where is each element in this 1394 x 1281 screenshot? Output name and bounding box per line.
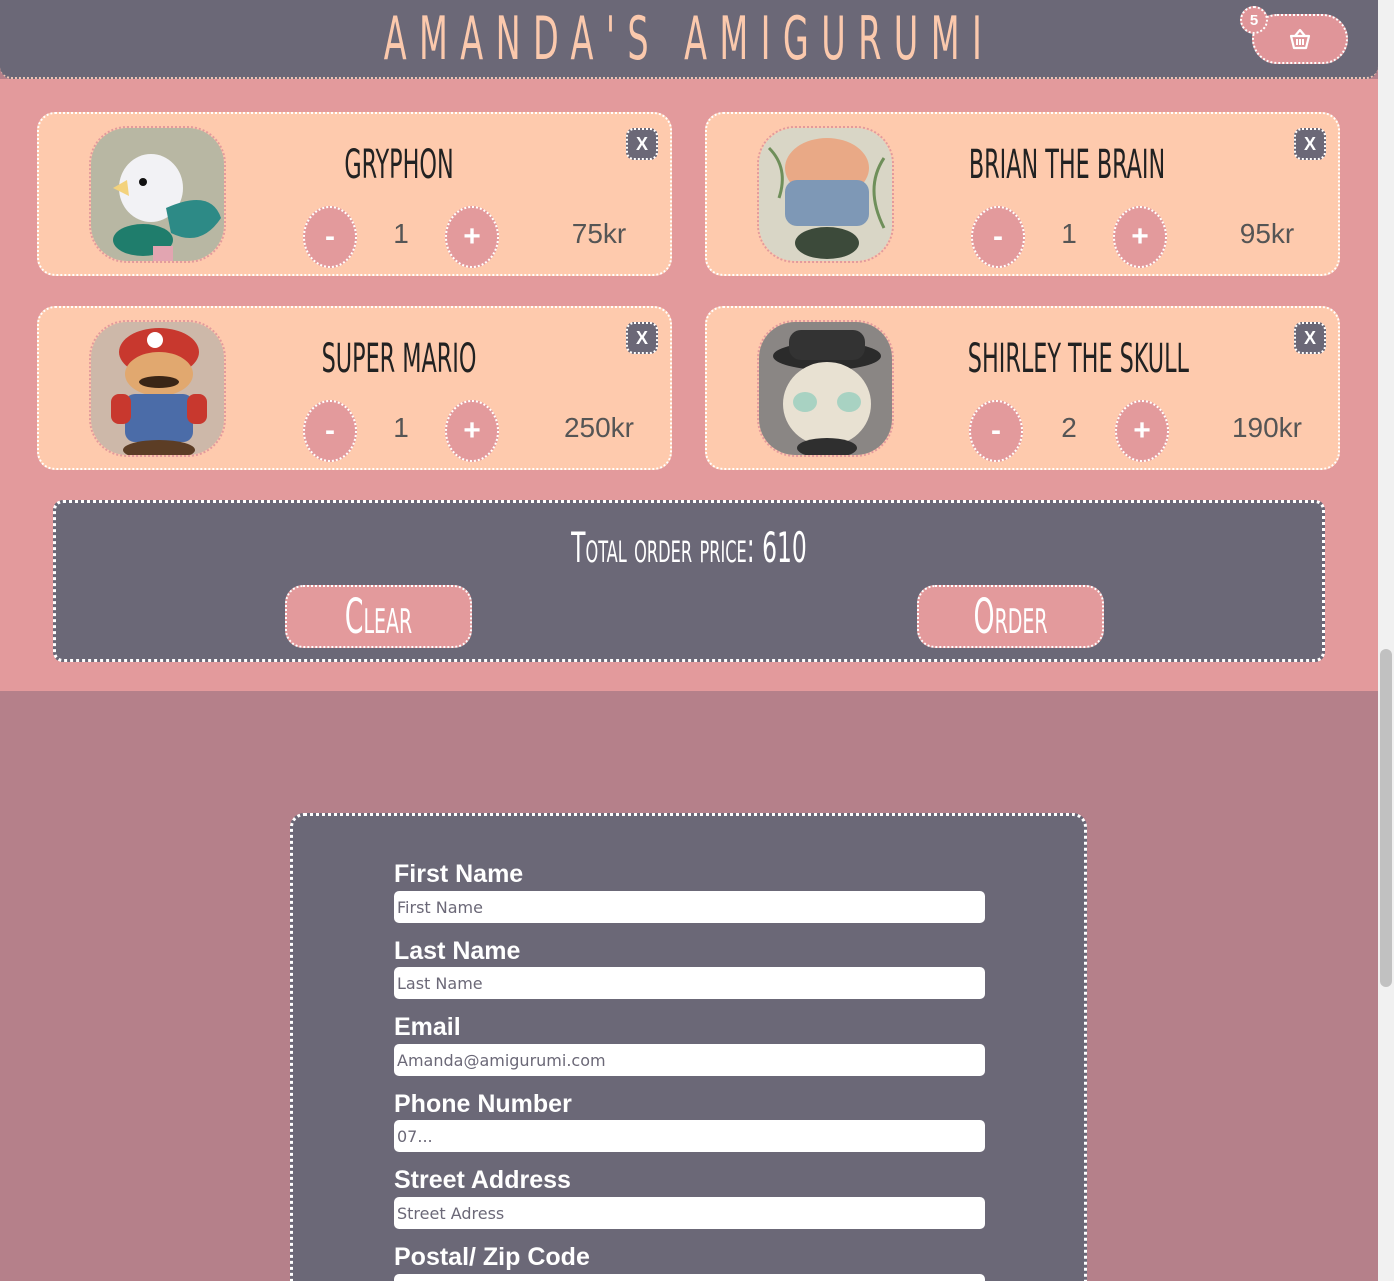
decrease-qty-button[interactable]: - — [303, 400, 357, 462]
order-summary: Total order price: 610 Clear Order — [53, 500, 1325, 662]
cart-section: Gryphon - 1 + 75kr X Brian the brain - 1… — [0, 79, 1378, 691]
increase-qty-button[interactable]: + — [445, 400, 499, 462]
phone-number-field[interactable] — [394, 1120, 985, 1152]
order-button[interactable]: Order — [917, 585, 1104, 648]
phone-number-label: Phone Number — [394, 1090, 572, 1118]
product-image-brian-the-brain — [757, 126, 894, 263]
quantity-value: 2 — [1061, 412, 1077, 443]
cart-item-super-mario: Super Mario - 1 + 250kr X — [37, 306, 672, 470]
item-name: Shirley the skull — [967, 336, 1189, 382]
site-header: Amanda's Amigurumi — [0, 0, 1378, 79]
postal-code-field[interactable] — [394, 1274, 985, 1281]
site-title: Amanda's Amigurumi — [383, 4, 995, 74]
email-field[interactable] — [394, 1044, 985, 1076]
clear-button[interactable]: Clear — [285, 585, 472, 648]
cart-count-badge: 5 — [1240, 6, 1268, 34]
remove-item-button[interactable]: X — [1294, 128, 1326, 160]
first-name-label: First Name — [394, 860, 524, 888]
product-image-shirley-the-skull — [757, 320, 894, 457]
first-name-field[interactable] — [394, 891, 985, 923]
basket-icon — [1289, 28, 1311, 50]
remove-item-button[interactable]: X — [626, 322, 658, 354]
decrease-qty-button[interactable]: - — [971, 206, 1025, 268]
remove-item-button[interactable]: X — [626, 128, 658, 160]
clear-button-label: Clear — [344, 589, 413, 645]
postal-code-label: Postal/ Zip Code — [394, 1243, 590, 1271]
scrollbar-thumb[interactable] — [1380, 649, 1392, 987]
item-price: 75kr — [571, 218, 627, 249]
item-name: Gryphon — [344, 142, 454, 188]
cart-item-shirley-the-skull: Shirley the skull - 2 + 190kr X — [705, 306, 1340, 470]
cart-item-gryphon: Gryphon - 1 + 75kr X — [37, 112, 672, 276]
increase-qty-button[interactable]: + — [1113, 206, 1167, 268]
decrease-qty-button[interactable]: - — [969, 400, 1023, 462]
item-price: 250kr — [563, 412, 635, 443]
remove-item-button[interactable]: X — [1294, 322, 1326, 354]
street-address-field[interactable] — [394, 1197, 985, 1229]
street-address-label: Street Address — [394, 1166, 571, 1194]
item-name: Brian the brain — [968, 142, 1166, 188]
cart-item-brian-the-brain: Brian the brain - 1 + 95kr X — [705, 112, 1340, 276]
decrease-qty-button[interactable]: - — [303, 206, 357, 268]
product-image-super-mario — [89, 320, 226, 457]
item-price: 95kr — [1239, 218, 1295, 249]
quantity-value: 1 — [393, 412, 409, 443]
item-price: 190kr — [1231, 412, 1303, 443]
order-form: First Name Last Name Email Phone Number … — [290, 813, 1087, 1281]
quantity-value: 1 — [393, 218, 409, 249]
quantity-value: 1 — [1061, 218, 1077, 249]
last-name-label: Last Name — [394, 937, 521, 965]
item-name: Super Mario — [321, 336, 477, 382]
order-button-label: Order — [973, 589, 1048, 645]
increase-qty-button[interactable]: + — [1115, 400, 1169, 462]
increase-qty-button[interactable]: + — [445, 206, 499, 268]
last-name-field[interactable] — [394, 967, 985, 999]
page-scrollbar[interactable] — [1378, 0, 1394, 1281]
email-label: Email — [394, 1013, 461, 1041]
total-order-price: Total order price: 610 — [571, 523, 807, 572]
product-image-gryphon — [89, 126, 226, 263]
